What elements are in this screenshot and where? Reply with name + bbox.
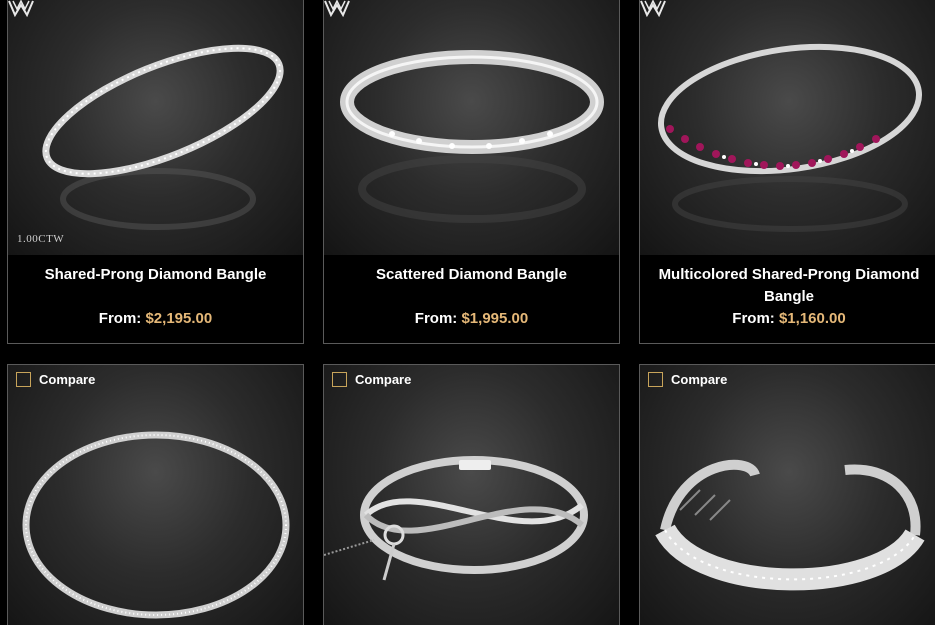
price-prefix: From: (732, 310, 775, 327)
price-amount: $1,995.00 (461, 310, 529, 327)
product-image[interactable] (640, 365, 935, 625)
product-image[interactable]: 1.00CTW (8, 0, 303, 255)
price-amount: $2,195.00 (145, 310, 213, 327)
product-card[interactable]: Compare (639, 364, 935, 625)
price-prefix: From: (98, 310, 142, 327)
whiteflash-logo-icon (324, 0, 350, 17)
product-name[interactable]: Scattered Diamond Bangle (324, 264, 619, 286)
product-name[interactable]: Multicolored Shared-Prong Diamond Bangle (640, 264, 935, 308)
bangle-illustration (340, 50, 604, 223)
price-prefix: From: (414, 310, 458, 327)
product-card[interactable]: Multicolored Shared-Prong Diamond Bangle… (639, 0, 935, 344)
checkbox-icon[interactable] (16, 372, 31, 387)
compare-checkbox[interactable]: Compare (648, 372, 727, 387)
bangle-illustration (42, 44, 284, 230)
carat-weight-label: 1.00CTW (17, 233, 65, 245)
product-card[interactable]: Compare (7, 364, 304, 625)
whiteflash-logo-icon (8, 0, 34, 17)
product-price: From: $2,195.00 (8, 310, 303, 327)
bangle-illustration (657, 43, 923, 232)
product-price: From: $1,160.00 (640, 310, 935, 327)
product-card[interactable]: Compare (323, 364, 620, 625)
bangle-illustration (22, 431, 290, 619)
compare-label: Compare (355, 372, 412, 387)
compare-checkbox[interactable]: Compare (16, 372, 95, 387)
product-card[interactable]: 1.00CTW Shared-Prong Diamond Bangle From… (7, 0, 304, 344)
bangle-illustration (324, 456, 588, 581)
product-card[interactable]: Scattered Diamond Bangle From: $1,995.00 (323, 0, 620, 344)
product-image[interactable] (324, 0, 619, 255)
checkbox-icon[interactable] (648, 372, 663, 387)
product-name[interactable]: Shared-Prong Diamond Bangle (8, 264, 303, 286)
checkbox-icon[interactable] (332, 372, 347, 387)
compare-checkbox[interactable]: Compare (332, 372, 411, 387)
bangle-illustration (655, 459, 925, 591)
product-price: From: $1,995.00 (324, 310, 619, 327)
product-image[interactable] (640, 0, 935, 255)
whiteflash-logo-icon (640, 0, 666, 17)
product-image[interactable] (8, 365, 303, 625)
price-amount: $1,160.00 (778, 310, 846, 327)
compare-label: Compare (671, 372, 728, 387)
product-image[interactable] (324, 365, 619, 625)
compare-label: Compare (39, 372, 96, 387)
